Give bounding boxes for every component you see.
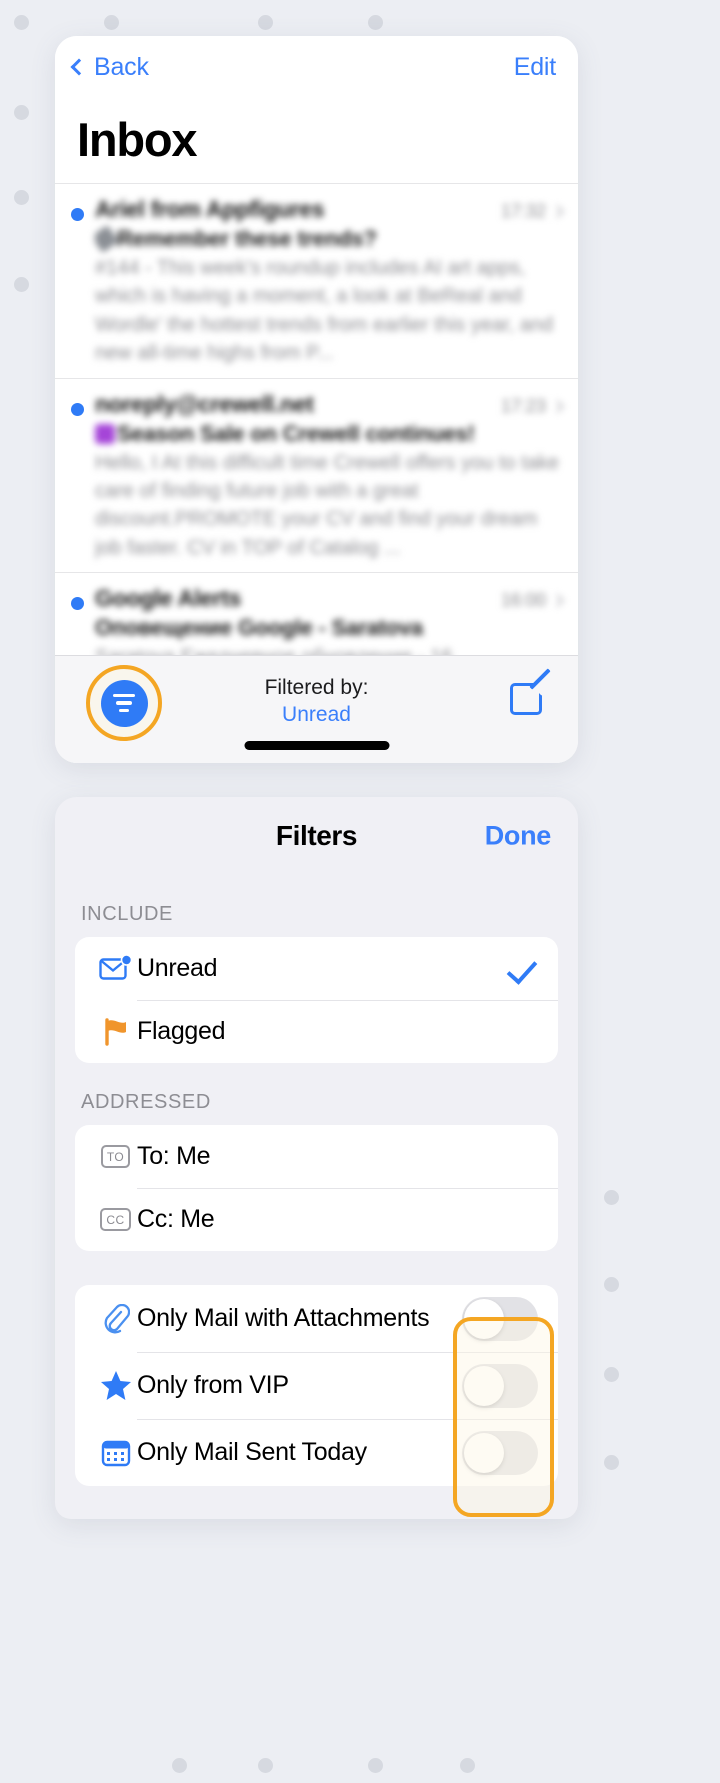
mail-sender: noreply@crewell.net: [95, 390, 314, 417]
filter-lines-icon: [113, 693, 135, 698]
filter-row-flagged[interactable]: Flagged: [75, 1000, 558, 1063]
bg-dot: [604, 1277, 619, 1292]
to-tag-icon: TO: [94, 1145, 137, 1168]
chevron-left-icon: [70, 58, 88, 76]
screenshot-root: Back Edit Inbox Ariel from Appfigures 17…: [0, 0, 720, 1783]
addressed-group: TO To: Me CC Cc: Me: [75, 1125, 558, 1251]
include-group: Unread Flagged: [75, 937, 558, 1063]
back-button-label: Back: [94, 52, 149, 81]
filter-row-attachments[interactable]: Only Mail with Attachments: [75, 1285, 558, 1352]
attachments-toggle[interactable]: [462, 1296, 538, 1341]
section-header-blank: [55, 1251, 578, 1285]
filter-row-label: Unread: [137, 954, 218, 982]
bg-dot: [14, 190, 29, 205]
sent-today-toggle[interactable]: [462, 1430, 538, 1475]
paperclip-icon: [94, 1303, 137, 1334]
bg-dot: [604, 1367, 619, 1382]
navigation-bar: Back Edit: [55, 36, 578, 98]
filter-row-sent-today[interactable]: Only Mail Sent Today: [75, 1419, 558, 1486]
bg-dot: [258, 15, 273, 30]
mail-list-item[interactable]: Ariel from Appfigures 17:32 Remember the…: [55, 183, 578, 378]
filter-row-cc-me[interactable]: CC Cc: Me: [75, 1188, 558, 1251]
sale-emoji-icon: [95, 423, 115, 444]
to-tag-label: TO: [100, 1145, 131, 1168]
mail-list[interactable]: Ariel from Appfigures 17:32 Remember the…: [55, 183, 578, 682]
back-button[interactable]: Back: [70, 52, 149, 82]
filter-row-unread[interactable]: Unread: [75, 937, 558, 1000]
star-icon: [94, 1370, 137, 1401]
chevron-right-icon: [551, 205, 564, 218]
home-indicator: [244, 741, 389, 750]
filter-row-label: To: Me: [137, 1142, 211, 1170]
mail-timestamp: 16:00: [500, 590, 546, 611]
vip-toggle[interactable]: [462, 1363, 538, 1408]
unread-dot-icon: [71, 402, 84, 416]
mail-timestamp: 17:23: [500, 395, 546, 416]
flag-icon: [94, 1017, 137, 1047]
filters-sheet: Filters Done INCLUDE Unread Flagged ADDR…: [55, 797, 578, 1519]
page-title: Inbox: [77, 113, 198, 166]
toggle-group: Only Mail with Attachments Only from VIP: [75, 1285, 558, 1486]
mail-timestamp: 17:32: [500, 201, 546, 221]
bg-dot: [14, 277, 29, 292]
bg-dot: [460, 1758, 475, 1773]
done-button[interactable]: Done: [485, 821, 552, 852]
envelope-badge-icon: [94, 954, 137, 983]
filter-row-label: Only Mail Sent Today: [137, 1438, 367, 1466]
filter-row-to-me[interactable]: TO To: Me: [75, 1125, 558, 1188]
chevron-right-icon: [551, 399, 564, 413]
edit-button[interactable]: Edit: [514, 53, 556, 82]
mail-sender: Google Alerts: [95, 585, 242, 612]
bg-dot: [14, 15, 29, 30]
mail-subject: Season Sale on Crewell continues!: [95, 421, 562, 447]
bg-dot: [172, 1758, 187, 1773]
bg-dot: [258, 1758, 273, 1773]
section-header-addressed: ADDRESSED: [81, 1091, 211, 1113]
mail-subject: Оповещение Google - Saratova: [95, 615, 423, 641]
filters-header: Filters Done: [55, 797, 578, 875]
bg-dot: [604, 1190, 619, 1205]
mail-list-item[interactable]: noreply@crewell.net 17:23 Season Sale on…: [55, 377, 578, 573]
mail-sender: Ariel from Appfigures: [95, 196, 325, 222]
mail-preview: Hello, I At this difficult time Crewell …: [95, 451, 559, 559]
section-header-include: INCLUDE: [81, 903, 173, 925]
pin-emoji-icon: [95, 226, 119, 252]
bg-dot: [14, 105, 29, 120]
bg-dot: [104, 15, 119, 30]
mail-inbox-screen: Back Edit Inbox Ariel from Appfigures 17…: [55, 36, 578, 763]
filters-title: Filters: [275, 820, 358, 851]
unread-dot-icon: [71, 208, 84, 221]
cc-tag-label: CC: [100, 1208, 131, 1231]
filter-row-label: Only Mail with Attachments: [137, 1304, 430, 1332]
filter-row-label: Only from VIP: [137, 1371, 289, 1399]
mail-preview: #144 - This week's roundup includes AI a…: [95, 257, 554, 365]
mail-toolbar: Filtered by: Unread: [55, 655, 578, 763]
filter-row-label: Flagged: [137, 1017, 226, 1045]
chevron-right-icon: [551, 594, 564, 607]
bg-dot: [368, 1758, 383, 1773]
unread-dot-icon: [71, 597, 84, 611]
mail-subject: Remember these trends?: [95, 226, 562, 252]
bg-dot: [604, 1455, 619, 1470]
filter-button-highlight: [86, 665, 162, 741]
filter-row-vip[interactable]: Only from VIP: [75, 1352, 558, 1419]
compose-button[interactable]: [510, 668, 553, 718]
cc-tag-icon: CC: [94, 1208, 137, 1231]
bg-dot: [368, 15, 383, 30]
filter-button[interactable]: [100, 679, 148, 727]
calendar-icon: [94, 1439, 137, 1467]
filter-row-label: Cc: Me: [137, 1205, 215, 1233]
